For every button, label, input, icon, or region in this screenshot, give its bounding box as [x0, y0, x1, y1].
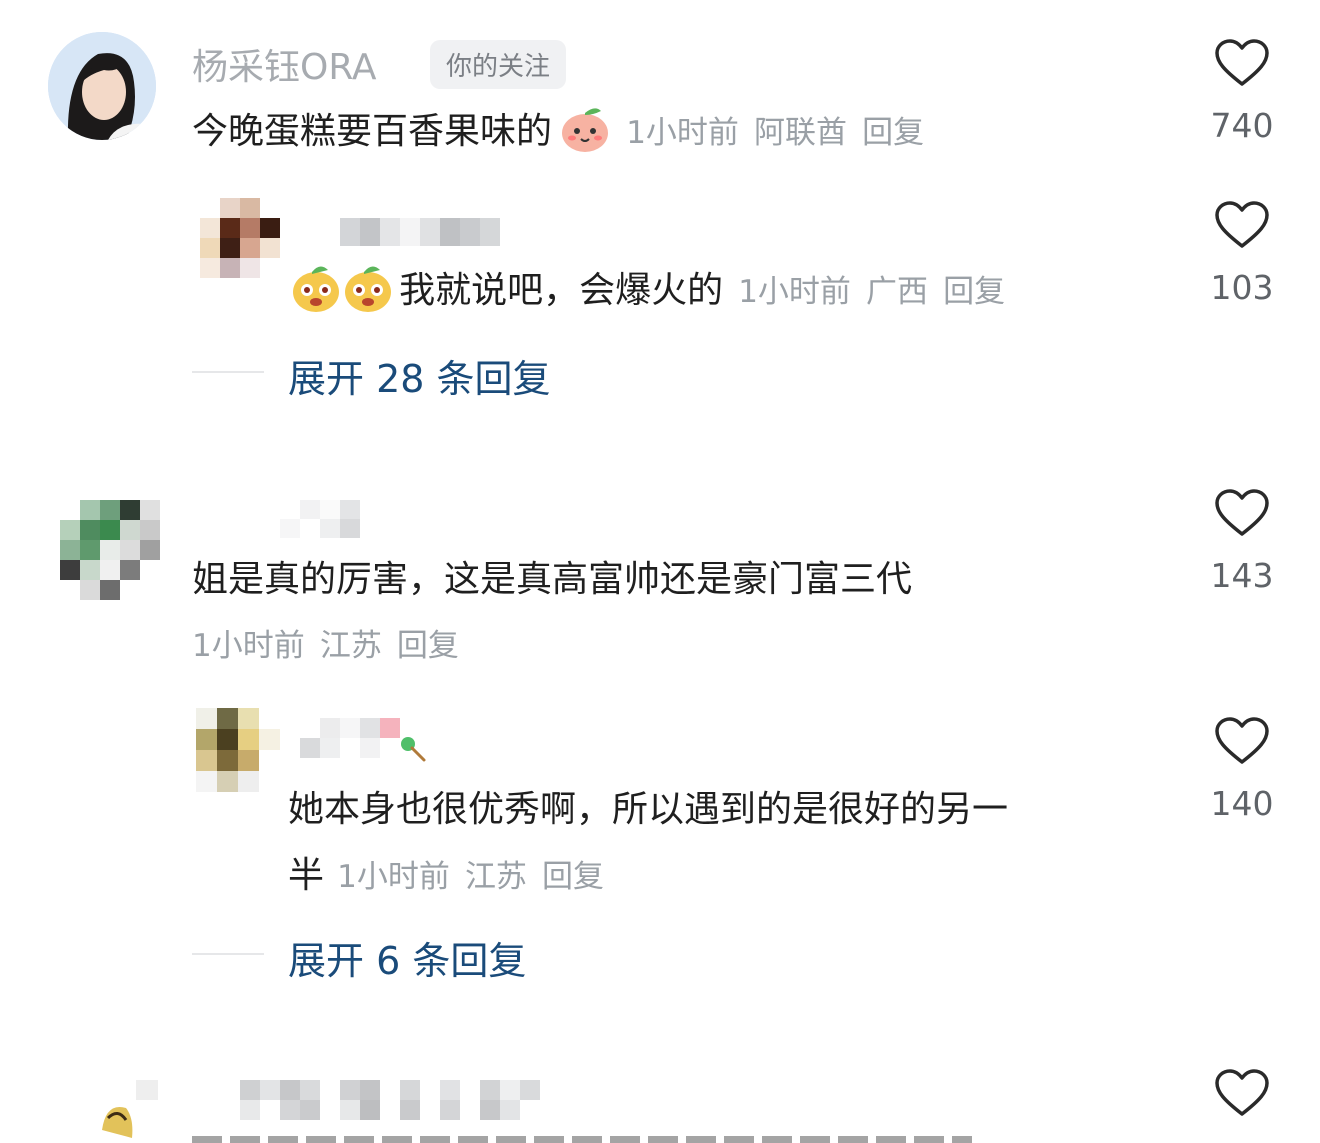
- comment-location: 江苏: [319, 628, 382, 664]
- divider: [192, 953, 264, 955]
- username-redacted: [340, 218, 500, 246]
- divider: [192, 371, 264, 373]
- heart-icon: [1215, 1069, 1269, 1116]
- heart-icon: [1215, 201, 1269, 248]
- reply-button[interactable]: 回复: [397, 628, 459, 664]
- heart-icon: [1215, 717, 1269, 764]
- heart-icon: [1215, 39, 1269, 86]
- emoji-peach-icon: [559, 103, 611, 157]
- comment-time: 1小时前: [192, 628, 305, 664]
- like-button[interactable]: [1214, 488, 1270, 542]
- like-button[interactable]: [1214, 200, 1270, 254]
- avatar[interactable]: [96, 1078, 160, 1143]
- like-count: 143: [1210, 556, 1274, 595]
- avatar-photo: [96, 1078, 160, 1143]
- comment-time: 1小时前: [626, 115, 739, 151]
- comment-location: 阿联酋: [754, 115, 848, 151]
- reply-button[interactable]: 回复: [943, 274, 1005, 310]
- badge-icon: [398, 734, 428, 768]
- comment-line: 今晚蛋糕要百香果味的 1小时前 阿联酋 回复: [192, 102, 924, 157]
- comment-author[interactable]: 杨采钰ORA: [192, 38, 377, 90]
- username-redacted: [240, 1080, 540, 1120]
- comment-text: 今晚蛋糕要百香果味的: [192, 111, 553, 152]
- comment-location: 广西: [866, 274, 929, 310]
- expand-replies-button[interactable]: 展开 28 条回复: [288, 348, 551, 403]
- avatar[interactable]: [48, 32, 156, 140]
- avatar[interactable]: [196, 708, 280, 792]
- like-button[interactable]: [1214, 1068, 1270, 1122]
- following-tag: 你的关注: [430, 40, 567, 89]
- avatar[interactable]: [60, 500, 160, 600]
- reply-button[interactable]: 回复: [862, 115, 924, 151]
- username-redacted: [280, 500, 360, 538]
- like-button[interactable]: [1214, 38, 1270, 92]
- comment-text-cont: 半: [288, 855, 325, 896]
- emoji-face-icon: [290, 260, 342, 318]
- heart-icon: [1215, 489, 1269, 536]
- comment-time: 1小时前: [738, 274, 851, 310]
- avatar[interactable]: [200, 198, 280, 278]
- comment-text: 姐是真的厉害，这是真高富帅还是豪门富三代: [192, 559, 913, 600]
- comment-time: 1小时前: [337, 859, 450, 895]
- comment-location: 江苏: [464, 859, 527, 895]
- avatar-photo: [48, 32, 156, 140]
- username-redacted: [300, 718, 400, 758]
- clipped-comment-text: [192, 1136, 972, 1143]
- expand-replies-button[interactable]: 展开 6 条回复: [288, 930, 526, 985]
- comment-text: 她本身也很优秀啊，所以遇到的是很好的另一: [288, 789, 1009, 830]
- emoji-face-icon: [342, 260, 394, 318]
- like-count: 740: [1210, 106, 1274, 145]
- comment-line: 我就说吧，会爆火的 1小时前 广西 回复: [290, 260, 1005, 318]
- comment-meta: 1小时前 江苏 回复: [192, 620, 459, 665]
- like-count: 103: [1210, 268, 1274, 307]
- like-button[interactable]: [1214, 716, 1270, 770]
- comment-line: 半 1小时前 江苏 回复: [288, 846, 604, 898]
- comment-text: 我就说吧，会爆火的: [399, 270, 724, 311]
- like-count: 140: [1210, 784, 1274, 823]
- reply-button[interactable]: 回复: [542, 859, 604, 895]
